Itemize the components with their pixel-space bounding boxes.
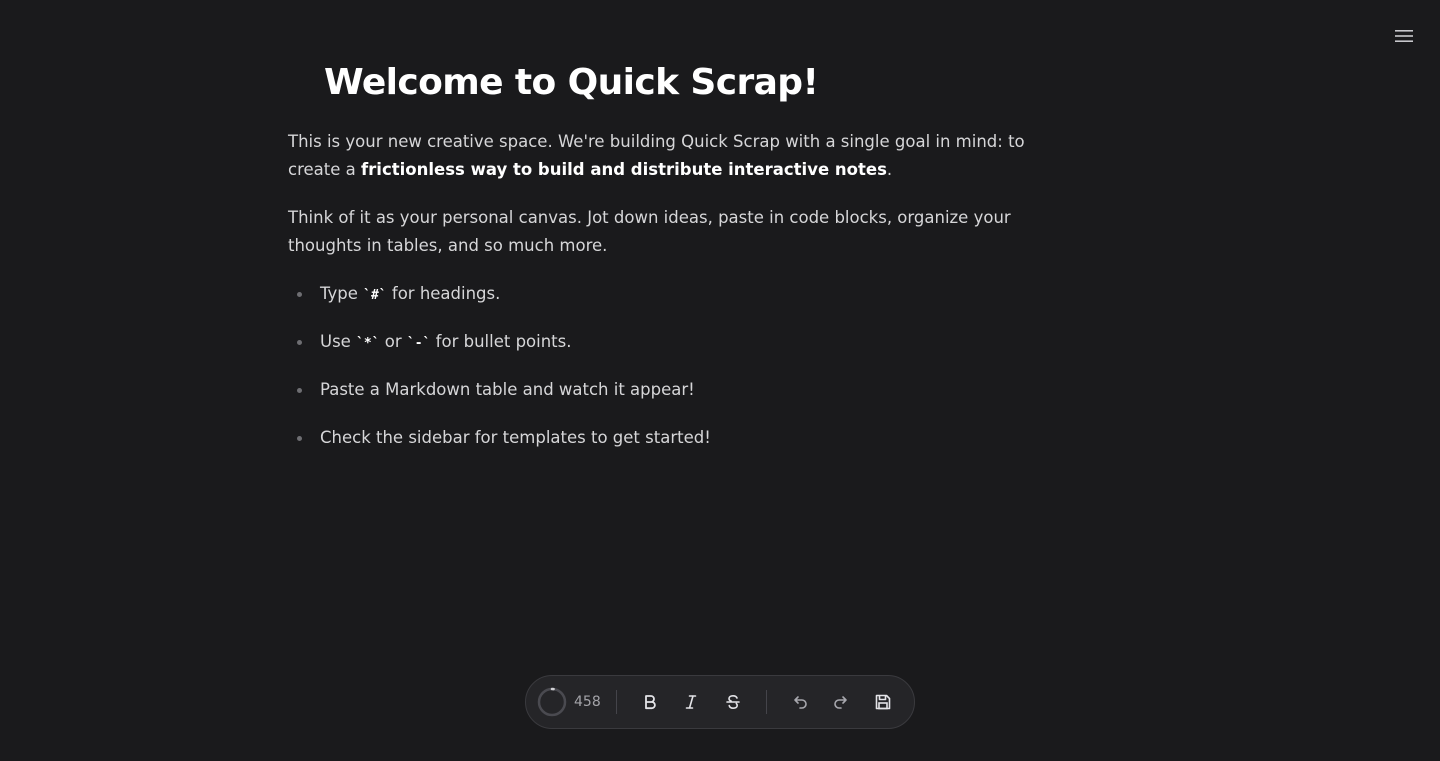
list-item-text: Check the sidebar for templates to get s… [320,428,711,447]
word-goal-progress [536,686,568,718]
bold-button[interactable] [635,686,665,718]
paragraph-intro[interactable]: This is your new creative space. We're b… [288,128,1068,184]
editor[interactable]: Welcome to Quick Scrap! This is your new… [288,58,1068,472]
save-button[interactable] [868,686,898,718]
inline-code: `#` [363,288,387,303]
progress-ring-icon [537,687,567,717]
bold-icon [644,695,656,710]
word-count: 458 [574,694,601,710]
save-icon [875,694,891,710]
list-item[interactable]: Paste a Markdown table and watch it appe… [288,376,1068,404]
list-item[interactable]: Use `*` or `-` for bullet points. [288,328,1068,356]
hamburger-menu-icon [1395,30,1413,42]
formatting-toolbar: 458 [525,675,915,729]
menu-button[interactable] [1392,24,1416,48]
redo-button[interactable] [827,686,857,718]
bullet-list: Type `#` for headings. Use `*` or `-` fo… [288,280,1068,452]
list-item-text: for bullet points. [430,332,572,351]
paragraph-intro-end: . [886,160,893,179]
italic-button[interactable] [676,686,706,718]
undo-icon [793,696,807,709]
list-item-text: or [379,332,407,351]
list-item-text: Type [320,284,364,303]
paragraph-intro-bold: frictionless way to build and distribute… [360,160,887,179]
strikethrough-icon [726,694,740,710]
list-item[interactable]: Check the sidebar for templates to get s… [288,424,1068,452]
paragraph-canvas[interactable]: Think of it as your personal canvas. Jot… [288,204,1068,260]
toolbar-divider [615,690,617,714]
redo-icon [834,696,848,709]
inline-code: `*` [356,336,380,351]
page-title[interactable]: Welcome to Quick Scrap! [324,58,1068,108]
undo-button[interactable] [785,686,815,718]
italic-icon [685,695,697,709]
inline-code: `-` [406,336,431,351]
list-item-text: Use [320,332,357,351]
list-item-text: for headings. [386,284,501,303]
strikethrough-button[interactable] [718,686,748,718]
toolbar-divider [765,690,767,714]
list-item[interactable]: Type `#` for headings. [288,280,1068,308]
list-item-text: Paste a Markdown table and watch it appe… [320,380,695,399]
